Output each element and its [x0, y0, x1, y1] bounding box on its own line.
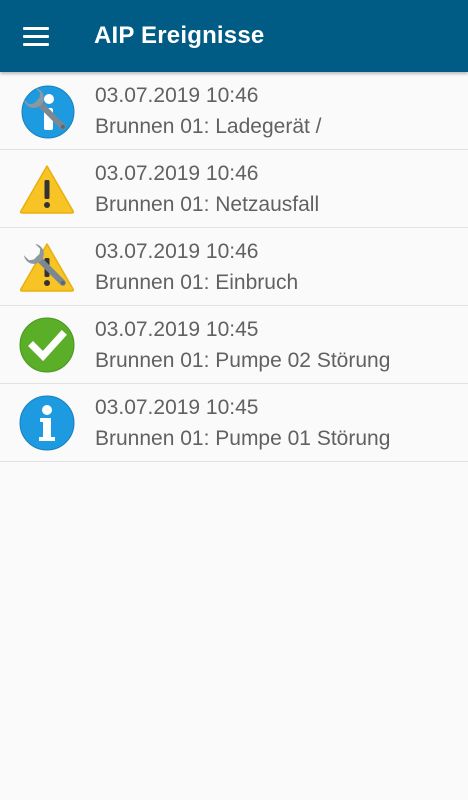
event-date: 03.07.2019 10:45 [95, 317, 259, 341]
hamburger-menu-icon[interactable] [23, 24, 51, 48]
event-list-item[interactable]: 03.07.2019 10:46 Brunnen 01: Ladegerät / [0, 72, 468, 150]
event-date: 03.07.2019 10:46 [95, 239, 259, 263]
event-list-item[interactable]: 03.07.2019 10:46 Brunnen 01: Netzausfall [0, 150, 468, 228]
warning-wrench-icon [18, 238, 76, 296]
event-text: Brunnen 01: Pumpe 02 Störung [95, 348, 391, 372]
event-list-item[interactable]: 03.07.2019 10:46 Brunnen 01: Einbruch [0, 228, 468, 306]
check-icon [18, 316, 76, 374]
page-title: AIP Ereignisse [94, 22, 265, 49]
info-icon [18, 394, 76, 452]
event-date: 03.07.2019 10:46 [95, 83, 259, 107]
menu-line [23, 26, 49, 30]
app-bar: AIP Ereignisse [0, 0, 468, 72]
event-text: Brunnen 01: Pumpe 01 Störung [95, 426, 391, 450]
menu-line [23, 42, 49, 46]
event-list: 03.07.2019 10:46 Brunnen 01: Ladegerät /… [0, 72, 468, 462]
event-text: Brunnen 01: Netzausfall [95, 192, 320, 216]
event-date: 03.07.2019 10:45 [95, 395, 259, 419]
event-text: Brunnen 01: Einbruch [95, 270, 299, 294]
event-list-item[interactable]: 03.07.2019 10:45 Brunnen 01: Pumpe 02 St… [0, 306, 468, 384]
warning-icon [18, 160, 76, 218]
info-wrench-icon [18, 82, 76, 140]
event-text: Brunnen 01: Ladegerät / [95, 114, 322, 138]
event-date: 03.07.2019 10:46 [95, 161, 259, 185]
event-list-item[interactable]: 03.07.2019 10:45 Brunnen 01: Pumpe 01 St… [0, 384, 468, 462]
menu-line [23, 34, 49, 38]
